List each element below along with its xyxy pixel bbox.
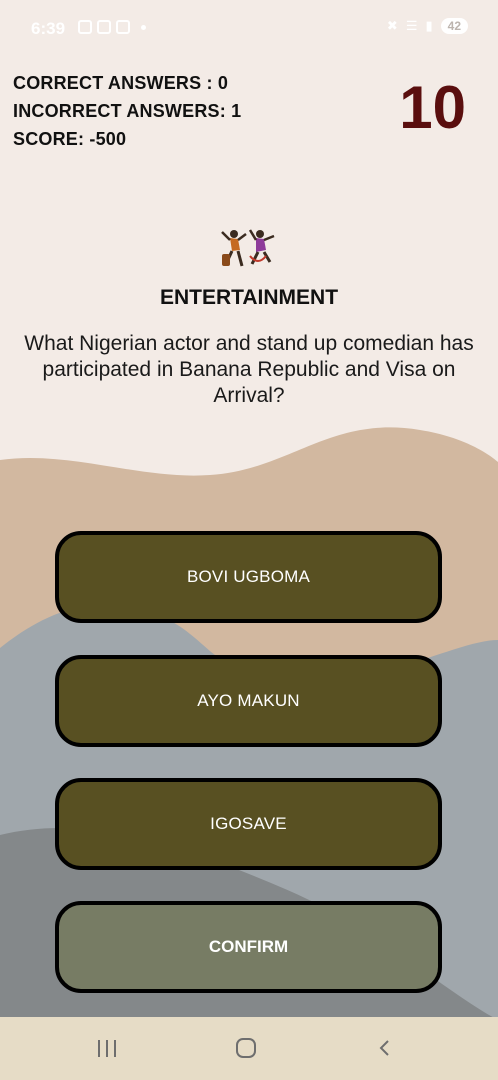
question-text: What Nigerian actor and stand up comedia… <box>24 332 474 407</box>
confirm-button[interactable]: CONFIRM <box>55 901 442 993</box>
answer-option-label: BOVI UGBOMA <box>186 567 311 586</box>
status-icons-left <box>78 20 146 34</box>
gallery-icon <box>116 20 130 34</box>
status-icons-right: ✖ ☰ ▮ 42 <box>387 18 468 34</box>
score-label: SCORE: -500 <box>13 129 127 149</box>
battery-icon: 42 <box>440 18 468 34</box>
notification-badge-icon <box>97 20 111 34</box>
more-notifications-icon <box>141 24 146 30</box>
navigation-bar <box>0 1017 498 1080</box>
confirm-label: CONFIRM <box>208 937 289 956</box>
correct-answers-label: CORRECT ANSWERS : 0 <box>13 73 229 93</box>
score-panel: CORRECT ANSWERS : 0 INCORRECT ANSWERS: 1… <box>13 69 241 153</box>
recent-apps-icon[interactable] <box>98 1040 118 1057</box>
screenshot-icon <box>78 20 92 34</box>
answer-option-label: IGOSAVE <box>210 814 287 833</box>
answer-option-1[interactable]: BOVI UGBOMA <box>55 531 442 623</box>
back-icon[interactable] <box>377 1040 393 1056</box>
incorrect-answers-label: INCORRECT ANSWERS: 1 <box>13 101 242 121</box>
answer-option-2[interactable]: AYO MAKUN <box>55 655 442 747</box>
countdown-timer: 10 <box>399 74 466 141</box>
home-icon[interactable] <box>236 1038 256 1058</box>
status-bar: 6:39 ✖ ☰ ▮ 42 <box>0 0 498 58</box>
dancers-icon <box>221 229 275 267</box>
answer-option-label: AYO MAKUN <box>197 691 300 710</box>
wifi-icon: ☰ <box>405 18 418 33</box>
answer-option-3[interactable]: IGOSAVE <box>55 778 442 870</box>
mute-icon: ✖ <box>386 18 398 33</box>
status-time: 6:39 <box>31 19 66 38</box>
category-title: ENTERTAINMENT <box>159 286 339 309</box>
signal-icon: ▮ <box>425 18 433 33</box>
